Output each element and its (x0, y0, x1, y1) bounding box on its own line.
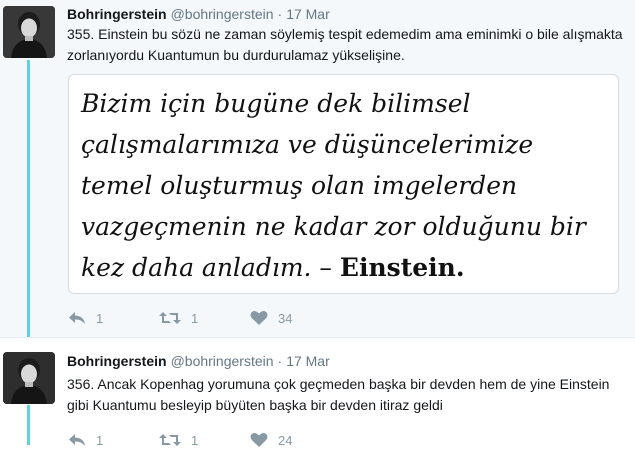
author-handle[interactable]: @bohringerstein (171, 353, 274, 369)
like-button[interactable]: 34 (250, 308, 292, 328)
separator-dot: · (277, 353, 283, 369)
quote-dash: – (311, 253, 340, 282)
separator-dot: · (277, 6, 283, 22)
tweet-date[interactable]: 17 Mar (286, 6, 330, 22)
thread-line (27, 405, 30, 445)
tweet-header: Bohringerstein @bohringerstein · 17 Mar (67, 352, 330, 370)
tweet-date[interactable]: 17 Mar (286, 353, 330, 369)
author-name[interactable]: Bohringerstein (67, 6, 167, 22)
reply-icon (68, 310, 86, 326)
retweet-button[interactable]: 1 (159, 430, 198, 450)
like-button[interactable]: 24 (250, 430, 292, 450)
retweet-icon (159, 310, 181, 326)
retweet-count: 1 (191, 310, 199, 326)
reply-count: 1 (96, 432, 104, 448)
tweet-media-image[interactable]: Bizim için bugüne dek bilimsel çalışmala… (68, 74, 619, 294)
author-name[interactable]: Bohringerstein (67, 353, 167, 369)
like-count: 24 (278, 432, 293, 448)
tweet-text: 356. Ancak Kopenhag yorumuna çok geçmede… (67, 376, 610, 413)
reply-button[interactable]: 1 (68, 308, 103, 328)
quote-author: Einstein. (339, 253, 465, 282)
tweet-text: 355. Einstein bu sözü ne zaman söylemiş … (67, 26, 623, 63)
heart-icon (250, 432, 268, 448)
avatar[interactable] (3, 6, 55, 58)
retweet-button[interactable]: 1 (159, 308, 198, 328)
tweet[interactable]: Bohringerstein @bohringerstein · 17 Mar 356… (0, 337, 635, 451)
tweet[interactable]: Bohringerstein @bohringerstein · 17 Mar 355… (0, 0, 635, 337)
quote-image-text: Bizim için bugüne dek bilimsel çalışmala… (81, 83, 611, 288)
reply-button[interactable]: 1 (68, 430, 103, 450)
retweet-count: 1 (191, 432, 199, 448)
reply-icon (68, 432, 86, 448)
author-handle[interactable]: @bohringerstein (171, 6, 274, 22)
avatar[interactable] (3, 352, 55, 404)
thread-line (27, 60, 30, 337)
tweet-header: Bohringerstein @bohringerstein · 17 Mar (67, 5, 330, 23)
reply-count: 1 (96, 310, 104, 326)
retweet-icon (159, 432, 181, 448)
like-count: 34 (278, 310, 293, 326)
heart-icon (250, 310, 268, 326)
